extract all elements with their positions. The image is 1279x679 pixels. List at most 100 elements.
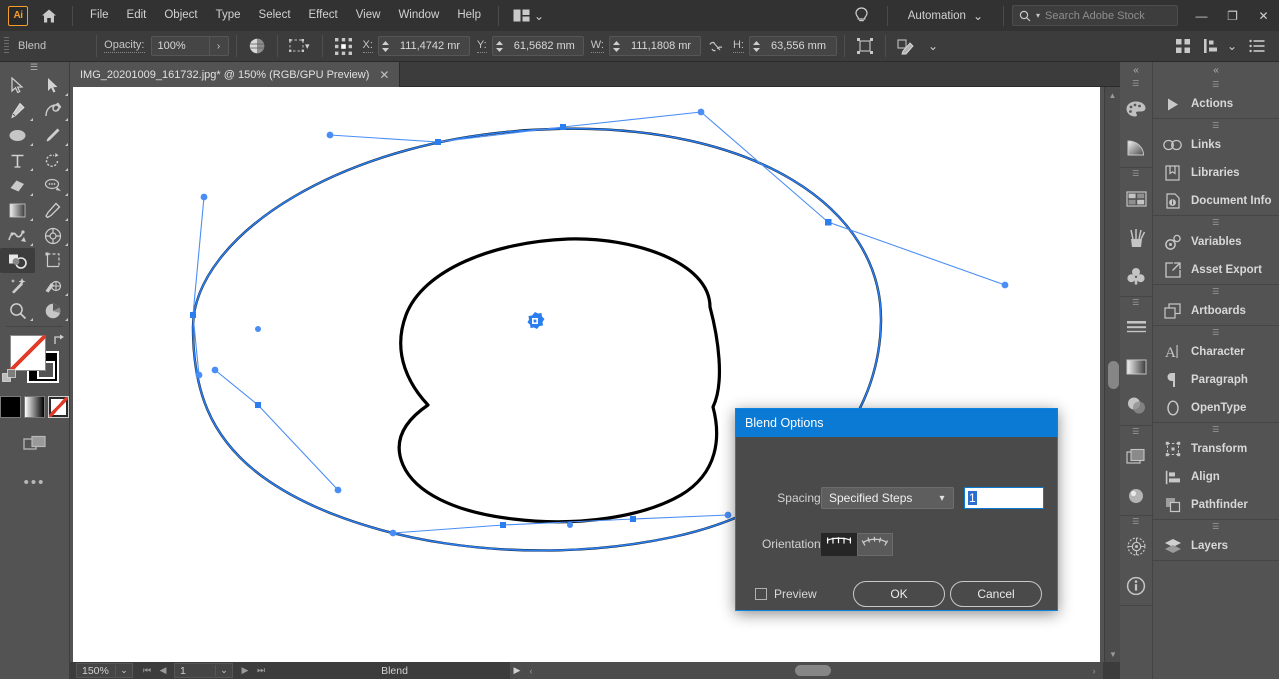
blend-tool[interactable]	[0, 248, 35, 273]
arrange-grid-icon[interactable]	[1171, 34, 1195, 58]
edit-toolbar-icon[interactable]: •••	[0, 474, 69, 491]
w-stepper[interactable]	[610, 36, 623, 56]
previous-artboard-button[interactable]: ◀	[155, 665, 171, 676]
appearance-panel-icon[interactable]	[1120, 437, 1152, 476]
search-input[interactable]: ▾ Search Adobe Stock	[1012, 5, 1178, 26]
window-close-button[interactable]: ✕	[1248, 0, 1279, 31]
rotate-tool[interactable]	[35, 148, 70, 173]
strip-group-grip[interactable]: ☰	[1120, 78, 1152, 89]
symbols-panel-icon[interactable]	[1120, 257, 1152, 296]
eraser-tool[interactable]	[0, 173, 35, 198]
shape-tool-icon[interactable]	[893, 34, 922, 58]
strip-group-grip[interactable]: ☰	[1120, 297, 1152, 308]
magic-wand-tool[interactable]	[0, 273, 35, 298]
default-fill-stroke-icon[interactable]	[2, 369, 17, 387]
h-label[interactable]: H:	[733, 39, 744, 53]
control-bar-grip[interactable]	[4, 37, 9, 55]
transform-icon[interactable]	[852, 34, 878, 58]
steps-input[interactable]: 1	[964, 487, 1044, 509]
dialog-title-bar[interactable]: Blend Options	[736, 409, 1057, 437]
chevron-down-icon[interactable]: ▾	[931, 493, 953, 504]
home-icon[interactable]	[34, 0, 64, 31]
x-field[interactable]: 111,4742 mr	[378, 36, 470, 56]
menu-object[interactable]: Object	[155, 0, 206, 31]
menu-window[interactable]: Window	[389, 0, 448, 31]
panel-item-character[interactable]: A Character	[1153, 338, 1279, 366]
w-field[interactable]: 111,1808 mr	[609, 36, 701, 56]
panel-group-grip[interactable]: ☰	[1153, 216, 1279, 228]
stroke-panel-icon[interactable]	[1120, 308, 1152, 347]
panel-item-artboards[interactable]: Artboards	[1153, 297, 1279, 325]
w-label[interactable]: W:	[591, 39, 604, 53]
panel-group-grip[interactable]: ☰	[1153, 285, 1279, 297]
menu-select[interactable]: Select	[250, 0, 300, 31]
last-artboard-button[interactable]: ⏭	[253, 665, 269, 676]
panel-group-grip[interactable]: ☰	[1153, 119, 1279, 131]
artboard-caret-icon[interactable]: ⌄	[215, 665, 232, 676]
eyedropper-tool[interactable]	[35, 198, 70, 223]
y-label[interactable]: Y:	[477, 39, 487, 53]
paintbrush-tool[interactable]	[35, 123, 70, 148]
status-play-icon[interactable]: ▶	[510, 665, 524, 676]
transparency-panel-icon[interactable]	[1120, 386, 1152, 425]
document-tab[interactable]: IMG_20201009_161732.jpg* @ 150% (RGB/GPU…	[70, 62, 400, 87]
info-panel-icon[interactable]	[1120, 566, 1152, 605]
gradient-panel-icon[interactable]	[1120, 347, 1152, 386]
panel-item-opentype[interactable]: OpenType	[1153, 394, 1279, 422]
h-stepper[interactable]	[750, 36, 763, 56]
slice-tool[interactable]	[35, 273, 70, 298]
distribute-icon[interactable]	[1199, 34, 1223, 58]
menu-effect[interactable]: Effect	[300, 0, 347, 31]
panel-item-actions[interactable]: Actions	[1153, 90, 1279, 118]
arrange-documents-icon[interactable]: ⌄	[507, 0, 550, 31]
horizontal-scroll-thumb[interactable]	[795, 665, 831, 676]
panel-item-variables[interactable]: Variables	[1153, 228, 1279, 256]
x-label[interactable]: X:	[363, 39, 373, 53]
graph-tool[interactable]	[35, 298, 70, 323]
panel-group-grip[interactable]: ☰	[1153, 520, 1279, 532]
scroll-up-arrow-icon[interactable]: ▲	[1105, 87, 1120, 103]
y-field[interactable]: 61,5682 mm	[492, 36, 584, 56]
menu-type[interactable]: Type	[207, 0, 250, 31]
panel-item-align[interactable]: Align	[1153, 463, 1279, 491]
selection-tool[interactable]	[0, 73, 35, 98]
first-artboard-button[interactable]: ⏮	[139, 665, 155, 676]
horizontal-scrollbar[interactable]: ▶ ‹ ›	[510, 662, 1103, 679]
window-maximize-button[interactable]: ❐	[1217, 0, 1248, 31]
constrain-proportions-broken-icon[interactable]	[704, 34, 728, 58]
panel-group-grip[interactable]: ☰	[1153, 78, 1279, 90]
scroll-down-arrow-icon[interactable]: ▼	[1105, 646, 1121, 662]
curvature-tool[interactable]	[35, 98, 70, 123]
color-guide-panel-icon[interactable]	[1120, 128, 1152, 167]
direct-selection-tool[interactable]	[35, 73, 70, 98]
opacity-field[interactable]: 100% ›	[151, 36, 229, 56]
menu-edit[interactable]: Edit	[118, 0, 156, 31]
panel-item-document-info[interactable]: Document Info	[1153, 187, 1279, 215]
menu-file[interactable]: File	[81, 0, 118, 31]
pen-tool[interactable]	[0, 98, 35, 123]
menu-view[interactable]: View	[347, 0, 390, 31]
ok-button[interactable]: OK	[853, 581, 945, 607]
opacity-popup-arrow-icon[interactable]: ›	[209, 37, 228, 55]
panel-item-paragraph[interactable]: Paragraph	[1153, 366, 1279, 394]
opacity-sphere-icon[interactable]	[244, 34, 270, 58]
strip-group-grip[interactable]: ☰	[1120, 516, 1152, 527]
gradient-tool[interactable]	[0, 198, 35, 223]
graphic-styles-panel-icon[interactable]	[1120, 476, 1152, 515]
x-stepper[interactable]	[379, 36, 392, 56]
type-tool[interactable]	[0, 148, 35, 173]
menu-help[interactable]: Help	[448, 0, 490, 31]
checkbox-box[interactable]	[755, 588, 767, 600]
fill-swatch[interactable]	[10, 335, 46, 371]
panel-menu-icon[interactable]	[1245, 34, 1269, 58]
zoom-level-field[interactable]: 150% ⌄	[76, 663, 133, 678]
width-tool[interactable]	[0, 223, 35, 248]
vertical-scroll-thumb[interactable]	[1108, 361, 1119, 389]
h-field[interactable]: 63,556 mm	[749, 36, 837, 56]
discover-icon[interactable]	[850, 4, 873, 28]
scroll-left-arrow-icon[interactable]: ‹	[524, 666, 538, 676]
opacity-label[interactable]: Opacity:	[104, 39, 144, 53]
scroll-right-arrow-icon[interactable]: ›	[1087, 666, 1101, 676]
ellipse-tool[interactable]	[0, 123, 35, 148]
image-trace-panel-icon[interactable]	[1120, 527, 1152, 566]
